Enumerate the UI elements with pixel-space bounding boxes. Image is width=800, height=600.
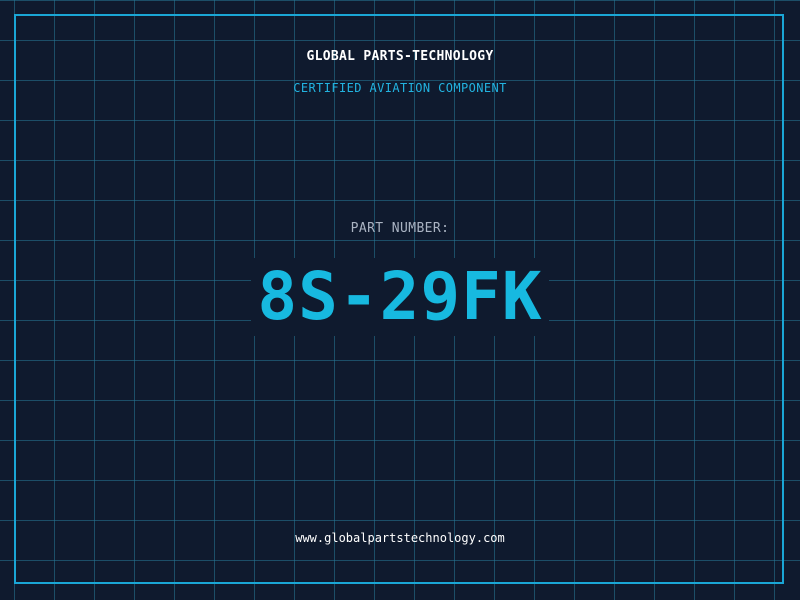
company-name: GLOBAL PARTS-TECHNOLOGY (306, 49, 494, 64)
part-number-label: PART NUMBER: (350, 221, 450, 236)
certification-subtitle: CERTIFIED AVIATION COMPONENT (293, 81, 507, 95)
website-url: www.globalpartstechnology.com (295, 531, 505, 545)
part-number-value: 8S-29FK (251, 258, 549, 336)
label-canvas: GLOBAL PARTS-TECHNOLOGY CERTIFIED AVIATI… (0, 0, 800, 600)
part-number-container: 8S-29FK (0, 258, 800, 336)
